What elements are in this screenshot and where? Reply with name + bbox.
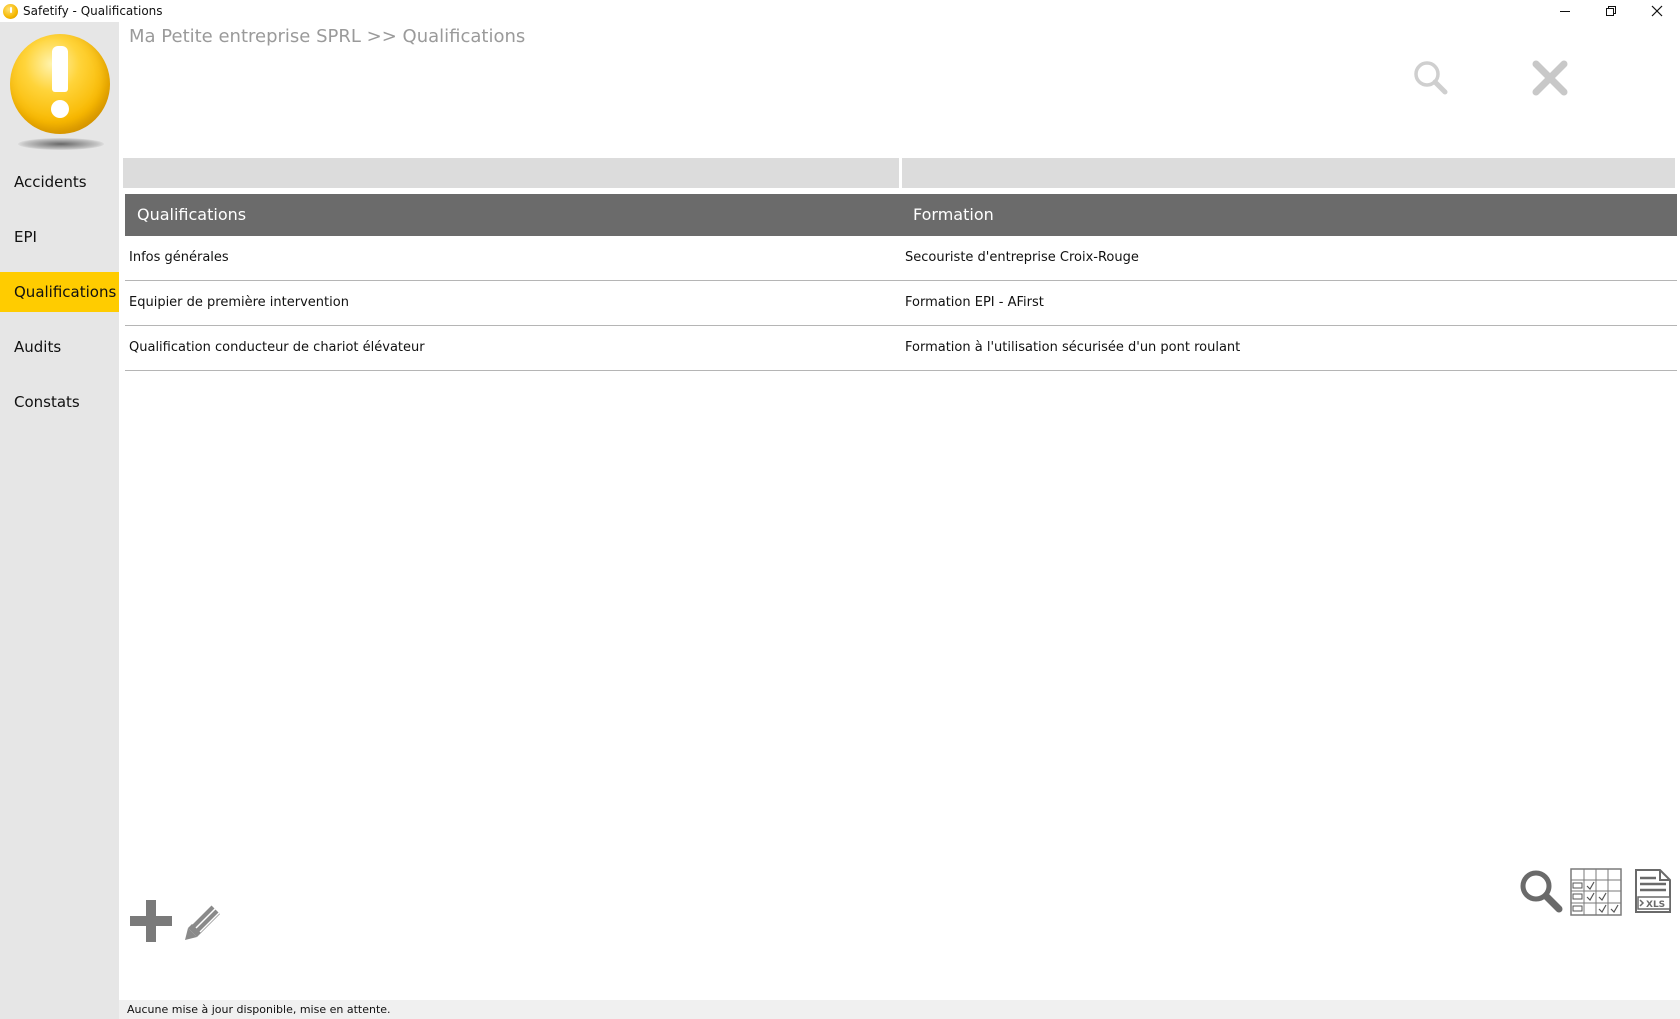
logo-shadow bbox=[18, 138, 104, 150]
sidebar-item-label: Audits bbox=[14, 338, 62, 356]
cell-qualification: Infos générales bbox=[129, 250, 229, 265]
table-row[interactable]: Infos générales Secouriste d'entreprise … bbox=[125, 236, 1677, 281]
table-row[interactable]: Equipier de première intervention Format… bbox=[125, 281, 1677, 326]
logo-exclamation-bar bbox=[52, 46, 68, 92]
filter-row bbox=[123, 158, 1675, 188]
cell-qualification: Qualification conducteur de chariot élév… bbox=[129, 340, 425, 355]
app-logo bbox=[8, 34, 112, 164]
sidebar-item-audits[interactable]: Audits bbox=[0, 327, 119, 367]
logo-exclamation-dot bbox=[51, 100, 69, 118]
breadcrumb: Ma Petite entreprise SPRL >> Qualificati… bbox=[129, 26, 526, 47]
sidebar-item-epi[interactable]: EPI bbox=[0, 217, 119, 257]
search-icon bbox=[1520, 870, 1563, 913]
status-text: Aucune mise à jour disponible, mise en a… bbox=[127, 1003, 391, 1016]
table-header: Qualifications Formation bbox=[125, 194, 1677, 236]
column-chooser-button[interactable] bbox=[1570, 868, 1622, 916]
header-search-button[interactable] bbox=[1411, 58, 1451, 98]
sidebar-item-label: Constats bbox=[14, 393, 80, 411]
add-button[interactable] bbox=[128, 898, 174, 944]
title-bar: Safetify - Qualifications bbox=[0, 0, 1680, 22]
close-icon bbox=[1532, 60, 1568, 96]
column-chooser-icon bbox=[1570, 868, 1622, 916]
search-icon bbox=[1414, 61, 1448, 95]
advanced-search-button[interactable] bbox=[1518, 868, 1564, 914]
close-icon bbox=[1651, 5, 1663, 17]
cell-formation: Secouriste d'entreprise Croix-Rouge bbox=[905, 250, 1139, 265]
export-xls-button[interactable]: XLS bbox=[1634, 868, 1672, 914]
sidebar-item-accidents[interactable]: Accidents bbox=[0, 162, 119, 202]
edit-button[interactable] bbox=[183, 902, 223, 942]
app-icon bbox=[3, 4, 18, 19]
pencil-icon bbox=[185, 902, 222, 940]
filter-qualifications-input[interactable] bbox=[123, 158, 899, 188]
qualifications-table: Qualifications Formation Infos générales… bbox=[125, 194, 1677, 371]
xls-label: XLS bbox=[1646, 900, 1665, 910]
window-close-button[interactable] bbox=[1634, 0, 1680, 22]
filter-formation-input[interactable] bbox=[902, 158, 1675, 188]
column-header-qualifications[interactable]: Qualifications bbox=[125, 194, 901, 236]
sidebar-item-label: EPI bbox=[14, 228, 37, 246]
window-title: Safetify - Qualifications bbox=[23, 4, 163, 18]
sidebar-item-constats[interactable]: Constats bbox=[0, 382, 119, 422]
status-bar: Aucune mise à jour disponible, mise en a… bbox=[119, 1000, 1680, 1019]
xls-export-icon: XLS bbox=[1635, 869, 1671, 913]
header-close-button[interactable] bbox=[1530, 58, 1570, 98]
cell-formation: Formation EPI - AFirst bbox=[905, 295, 1044, 310]
restore-button[interactable] bbox=[1588, 0, 1634, 22]
cell-formation: Formation à l'utilisation sécurisée d'un… bbox=[905, 340, 1241, 355]
plus-icon bbox=[130, 900, 172, 942]
column-header-formation[interactable]: Formation bbox=[901, 194, 1677, 236]
cell-qualification: Equipier de première intervention bbox=[129, 295, 349, 310]
sidebar-item-label: Accidents bbox=[14, 173, 87, 191]
minimize-button[interactable] bbox=[1542, 0, 1588, 22]
table-row[interactable]: Qualification conducteur de chariot élév… bbox=[125, 326, 1677, 371]
restore-icon bbox=[1606, 6, 1616, 16]
minimize-icon bbox=[1560, 11, 1570, 12]
sidebar: Accidents EPI Qualifications Audits Cons… bbox=[0, 22, 119, 1019]
sidebar-item-qualifications[interactable]: Qualifications bbox=[0, 272, 119, 312]
sidebar-item-label: Qualifications bbox=[14, 283, 117, 301]
